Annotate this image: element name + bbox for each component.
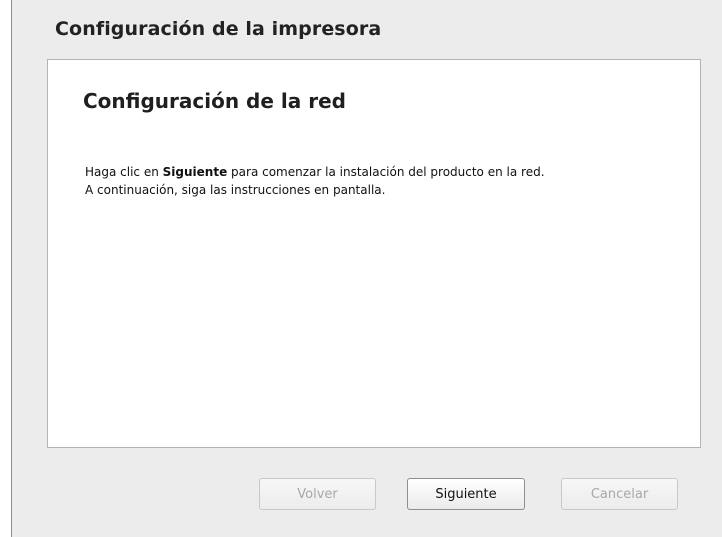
- instruction-suffix: para comenzar la instalación del product…: [227, 165, 545, 179]
- instruction-line-2: A continuación, siga las instrucciones e…: [85, 183, 386, 197]
- panel-heading: Configuración de la red: [83, 89, 346, 113]
- instruction-prefix: Haga clic en: [85, 165, 163, 179]
- instruction-text: Haga clic en Siguiente para comenzar la …: [85, 163, 545, 199]
- instruction-bold-next: Siguiente: [162, 165, 228, 179]
- window-title: Configuración de la impresora: [55, 18, 382, 40]
- instruction-line-1: Haga clic en Siguiente para comenzar la …: [85, 163, 545, 181]
- next-button[interactable]: Siguiente: [407, 478, 525, 510]
- content-panel: Configuración de la red Haga clic en Sig…: [47, 59, 701, 448]
- back-button[interactable]: Volver: [259, 478, 376, 510]
- cancel-button[interactable]: Cancelar: [561, 478, 678, 510]
- printer-setup-window: Configuración de la impresora Configurac…: [11, 0, 722, 537]
